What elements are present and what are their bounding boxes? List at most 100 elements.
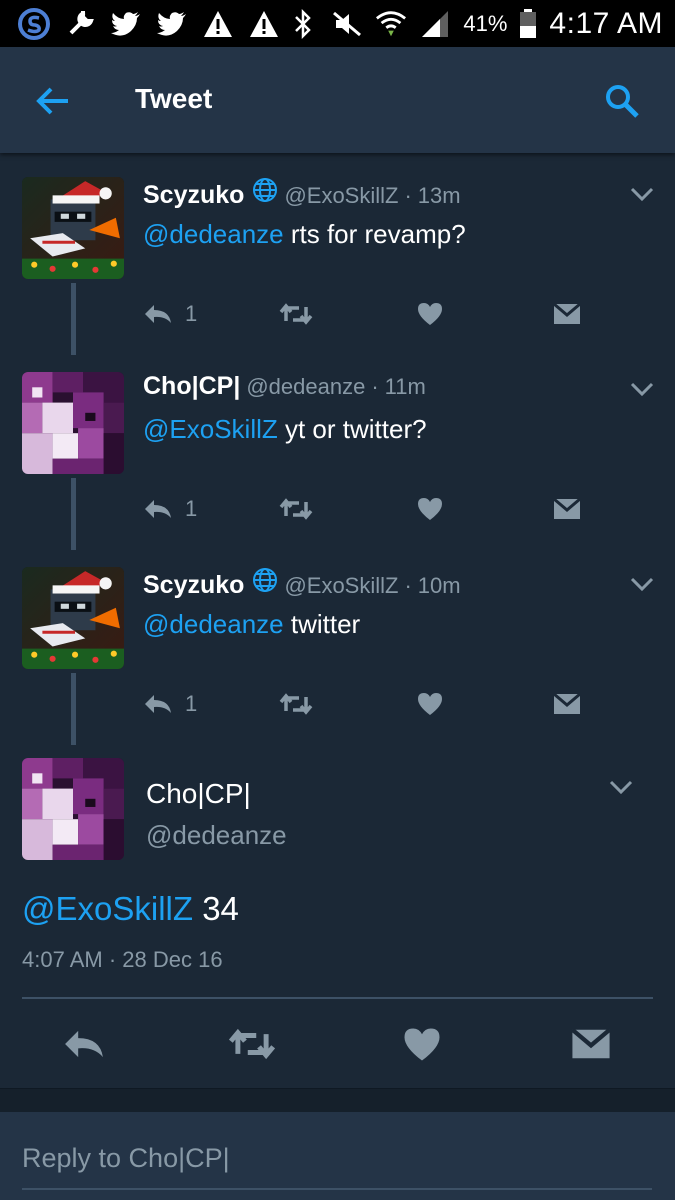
chevron-down-icon[interactable] — [628, 185, 656, 205]
mention-link[interactable]: @dedeanze — [143, 609, 284, 639]
heart-icon — [418, 693, 442, 715]
notification-icons — [18, 0, 280, 47]
author-handle[interactable]: @ExoSkillZ — [284, 183, 398, 209]
author-name[interactable]: Cho|CP| — [146, 778, 251, 810]
tweet-body: rts for revamp? — [283, 219, 466, 249]
divider — [22, 997, 653, 999]
heart-icon — [404, 1027, 440, 1061]
retweet-icon — [279, 693, 313, 715]
reply-input[interactable] — [22, 1136, 652, 1180]
like-button[interactable] — [398, 1020, 446, 1068]
tweet-time: 13m — [417, 183, 461, 208]
page-title: Tweet — [135, 83, 213, 114]
battery-percent: 41% — [463, 10, 508, 36]
envelope-icon — [553, 693, 581, 714]
thread-connector — [71, 478, 76, 550]
envelope-icon — [553, 303, 581, 324]
author-handle[interactable]: @ExoSkillZ — [284, 573, 398, 599]
chevron-down-icon[interactable] — [628, 575, 656, 595]
back-button[interactable] — [32, 81, 74, 121]
reply-count: 1 — [185, 301, 198, 326]
focused-tweet: Cho|CP| @dedeanze @ExoSkillZ 34 4:07 AM … — [0, 758, 675, 1088]
avatar[interactable] — [22, 177, 124, 279]
reply-button[interactable]: 1 — [143, 492, 197, 526]
reply-composer — [0, 1112, 675, 1200]
tweet-text: @dedeanze rts for revamp? — [143, 219, 466, 250]
author-name[interactable]: Cho|CP| — [143, 372, 240, 401]
warning-icon — [248, 8, 280, 40]
reply-tweet[interactable]: Scyzuko @ExoSkillZ · 13m @dedeanze rts f… — [0, 153, 675, 355]
wifi-icon — [375, 8, 407, 40]
envelope-icon — [571, 1028, 611, 1059]
tweet-header: Cho|CP| @dedeanze · 11m — [143, 372, 426, 401]
tweet-actions — [0, 1020, 675, 1068]
tweet-actions: 1 — [143, 687, 603, 721]
author-name[interactable]: Scyzuko — [143, 571, 244, 600]
dm-button[interactable] — [567, 1020, 615, 1068]
separator-dot: · — [108, 947, 117, 972]
wrench-icon — [64, 8, 96, 40]
tweet-body: yt or twitter? — [277, 414, 427, 444]
like-button[interactable] — [417, 297, 443, 331]
twitter-bird-icon — [110, 8, 142, 40]
retweet-button[interactable] — [279, 687, 313, 721]
reply-icon — [145, 695, 171, 713]
reply-icon — [65, 1030, 103, 1058]
author-handle[interactable]: @dedeanze — [146, 820, 287, 851]
thread-connector — [71, 673, 76, 745]
reply-button[interactable]: 1 — [143, 297, 197, 331]
mention-link[interactable]: @ExoSkillZ — [143, 414, 278, 444]
reply-tweet[interactable]: Scyzuko @ExoSkillZ · 10m @dedeanze twitt… — [0, 543, 675, 745]
mention-link[interactable]: @ExoSkillZ — [22, 890, 193, 927]
dm-button[interactable] — [553, 492, 581, 526]
mention-link[interactable]: @dedeanze — [143, 219, 284, 249]
tweet-time: 10m — [417, 573, 461, 598]
search-icon — [606, 85, 639, 118]
avatar[interactable] — [22, 567, 124, 669]
reply-button[interactable]: 1 — [143, 687, 197, 721]
arrow-left-icon — [36, 87, 68, 115]
tweet-text: @ExoSkillZ 34 — [22, 890, 239, 928]
author-name[interactable]: Scyzuko — [143, 181, 244, 210]
chevron-down-icon[interactable] — [628, 380, 656, 400]
tweet-time: 11m — [384, 374, 426, 399]
globe-icon — [253, 178, 278, 202]
avatar[interactable] — [22, 758, 124, 860]
like-button[interactable] — [417, 492, 443, 526]
reply-count: 1 — [185, 691, 198, 716]
author-handle[interactable]: @dedeanze — [246, 374, 365, 400]
retweet-icon — [228, 1028, 276, 1060]
like-button[interactable] — [417, 687, 443, 721]
reply-button[interactable] — [60, 1020, 108, 1068]
retweet-icon — [279, 498, 313, 520]
chevron-down-icon[interactable] — [607, 778, 635, 798]
retweet-button[interactable] — [279, 297, 313, 331]
separator-dot: · — [371, 374, 379, 399]
section-divider — [0, 1088, 675, 1112]
tweet-timestamp: 4:07 AM · 28 Dec 16 — [22, 947, 223, 973]
clock: 4:17 AM — [549, 6, 663, 40]
separator-dot: · — [404, 573, 412, 598]
retweet-button[interactable] — [228, 1020, 276, 1068]
retweet-button[interactable] — [279, 492, 313, 526]
separator-dot: · — [404, 183, 412, 208]
tweet-text: @ExoSkillZ yt or twitter? — [143, 414, 427, 445]
reply-tweet[interactable]: Cho|CP| @dedeanze · 11m @ExoSkillZ yt or… — [0, 348, 675, 550]
avatar[interactable] — [22, 372, 124, 474]
dm-button[interactable] — [553, 297, 581, 331]
tweet-actions: 1 — [143, 297, 603, 331]
reply-count: 1 — [185, 496, 198, 521]
globe-icon — [253, 568, 278, 592]
reply-icon — [145, 500, 171, 518]
mute-icon — [331, 8, 363, 40]
dm-button[interactable] — [553, 687, 581, 721]
input-underline — [22, 1188, 652, 1190]
heart-icon — [418, 498, 442, 520]
app-bar: Tweet — [0, 47, 675, 153]
warning-icon — [202, 8, 234, 40]
tweet-body: twitter — [283, 609, 361, 639]
tweet-date: 28 Dec 16 — [122, 947, 223, 972]
search-button[interactable] — [600, 79, 644, 123]
system-icons: 41% 4:17 AM — [287, 0, 663, 47]
status-bar: 41% 4:17 AM — [0, 0, 675, 47]
